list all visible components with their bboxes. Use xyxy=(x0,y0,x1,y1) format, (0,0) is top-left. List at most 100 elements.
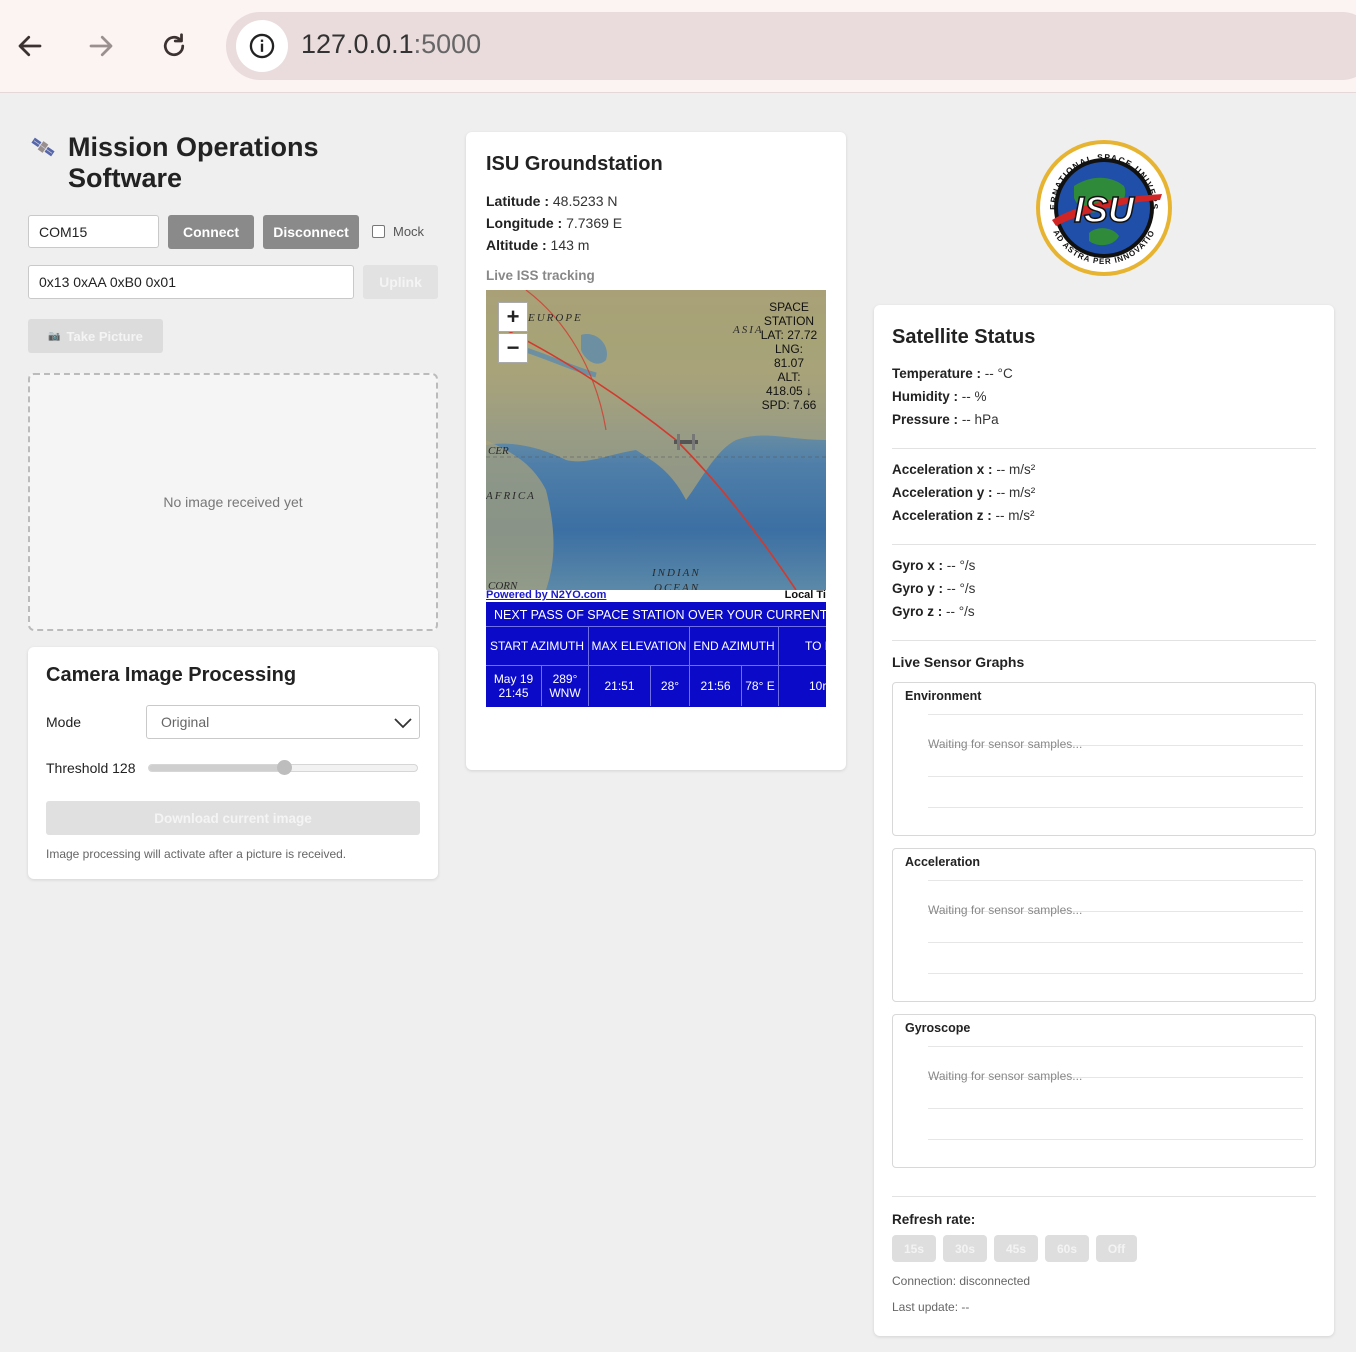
mock-label: Mock xyxy=(393,224,425,239)
stat-label: Acceleration z : xyxy=(892,508,992,523)
mode-label: Mode xyxy=(46,714,82,730)
iss-map[interactable]: EUROPE ASIA CER AFRICA INDIAN OCEAN CORN… xyxy=(486,290,826,590)
iss-info-line: SPACE xyxy=(769,300,809,314)
pass-header-start-azimuth: START AZIMUTH xyxy=(489,639,584,653)
browser-toolbar: 127.0.0.1:5000 xyxy=(0,0,1356,93)
iss-info-line: SPD: 7.66 xyxy=(761,398,817,412)
pressure-row: Pressure : -- hPa xyxy=(892,412,999,427)
stat-label: Gyro z : xyxy=(892,604,943,619)
last-update: Last update: -- xyxy=(892,1300,970,1314)
temperature-row: Temperature : -- °C xyxy=(892,366,1013,381)
uplink-button[interactable]: Uplink xyxy=(363,265,438,299)
stat-value: -- °/s xyxy=(946,581,976,596)
port-input[interactable]: COM15 xyxy=(28,215,159,248)
stat-value: -- °/s xyxy=(946,558,976,573)
stat-label: Humidity : xyxy=(892,389,958,404)
threshold-slider[interactable] xyxy=(148,760,418,775)
zoom-out-button[interactable]: − xyxy=(498,333,528,363)
pass-end-time: 21:56 xyxy=(689,666,741,706)
graph-title: Environment xyxy=(905,689,982,703)
connect-button[interactable]: Connect xyxy=(168,215,254,249)
iss-info-line: ALT: xyxy=(777,370,801,384)
refresh-60s-button[interactable]: 60s xyxy=(1045,1235,1089,1262)
chevron-down-icon xyxy=(394,718,412,729)
environment-graph: Environment Waiting for sensor samples..… xyxy=(892,682,1316,836)
altitude-label: Altitude : xyxy=(486,237,547,253)
pass-max-elevation: 28° xyxy=(650,666,689,706)
refresh-off-button[interactable]: Off xyxy=(1096,1235,1137,1262)
stat-value: -- m/s² xyxy=(996,462,1036,477)
groundstation-title: ISU Groundstation xyxy=(486,153,663,175)
processing-note: Image processing will activate after a p… xyxy=(46,847,347,861)
map-label-indian: INDIAN xyxy=(652,567,701,579)
camera-icon: 📷 xyxy=(48,330,61,342)
acceleration-graph: Acceleration Waiting for sensor samples.… xyxy=(892,848,1316,1002)
forward-button[interactable] xyxy=(81,26,121,66)
graph-waiting-text: Waiting for sensor samples... xyxy=(928,1069,1083,1083)
take-picture-button[interactable]: 📷 Take Picture xyxy=(28,319,163,353)
back-button[interactable] xyxy=(10,26,50,66)
mode-select[interactable]: Original xyxy=(146,705,420,739)
pass-end-azimuth: 78° E xyxy=(741,666,778,706)
next-pass-table: NEXT PASS OF SPACE STATION OVER YOUR CUR… xyxy=(486,602,826,707)
pass-header-end-azimuth: END AZIMUTH xyxy=(689,627,778,665)
graph-waiting-text: Waiting for sensor samples... xyxy=(928,737,1083,751)
image-placeholder-text: No image received yet xyxy=(163,494,303,510)
map-label-africa: AFRICA xyxy=(486,490,536,502)
satellite-status-title: Satellite Status xyxy=(892,326,1036,348)
pass-header-max-elevation: MAX ELEVATION xyxy=(588,627,689,665)
refresh-30s-button[interactable]: 30s xyxy=(943,1235,987,1262)
iss-info-line: LAT: 27.72 xyxy=(760,328,818,342)
map-label-europe: EUROPE xyxy=(528,312,583,324)
stat-value: -- m/s² xyxy=(995,508,1035,523)
stat-label: Gyro y : xyxy=(892,581,944,596)
page-title: Mission Operations Software xyxy=(68,132,319,193)
graphs-title: Live Sensor Graphs xyxy=(892,654,1025,670)
logo-text: ISU xyxy=(1074,189,1135,230)
stat-value: -- hPa xyxy=(961,412,999,427)
map-footer: Powered by N2YO.com Local Ti xyxy=(486,589,826,602)
gyro-x-row: Gyro x : -- °/s xyxy=(892,558,975,573)
longitude-label: Longitude : xyxy=(486,215,563,231)
next-pass-title: NEXT PASS OF SPACE STATION OVER YOUR CUR… xyxy=(494,608,826,622)
graph-waiting-text: Waiting for sensor samples... xyxy=(928,903,1083,917)
url-text[interactable]: 127.0.0.1:5000 xyxy=(301,29,481,60)
divider xyxy=(892,1196,1316,1197)
stat-value: -- °C xyxy=(984,366,1013,381)
longitude-value: 7.7369 E xyxy=(566,215,623,231)
refresh-15s-button[interactable]: 15s xyxy=(892,1235,936,1262)
slider-thumb[interactable] xyxy=(276,760,292,775)
accel-x-row: Acceleration x : -- m/s² xyxy=(892,462,1035,477)
latitude-label: Latitude : xyxy=(486,193,549,209)
stat-value: -- % xyxy=(961,389,987,404)
address-bar[interactable]: 127.0.0.1:5000 xyxy=(226,12,1356,80)
stat-value: -- m/s² xyxy=(996,485,1036,500)
stat-label: Acceleration x : xyxy=(892,462,993,477)
n2yo-link[interactable]: Powered by N2YO.com xyxy=(486,589,606,601)
mock-checkbox[interactable] xyxy=(372,225,385,238)
reload-button[interactable] xyxy=(154,26,194,66)
reload-icon xyxy=(163,33,185,57)
accel-z-row: Acceleration z : -- m/s² xyxy=(892,508,1035,523)
site-info-icon[interactable] xyxy=(236,20,288,72)
stat-label: Acceleration y : xyxy=(892,485,993,500)
arrow-right-icon xyxy=(89,35,113,57)
download-image-button[interactable]: Download current image xyxy=(46,801,420,835)
map-label-cer: CER xyxy=(488,445,509,457)
disconnect-button[interactable]: Disconnect xyxy=(263,215,359,249)
graph-title: Gyroscope xyxy=(905,1021,971,1035)
divider xyxy=(892,448,1316,449)
refresh-45s-button[interactable]: 45s xyxy=(994,1235,1038,1262)
pass-start-time: May 19 21:45 xyxy=(493,672,534,700)
mock-toggle[interactable]: Mock xyxy=(372,224,424,239)
humidity-row: Humidity : -- % xyxy=(892,389,987,404)
gyro-z-row: Gyro z : -- °/s xyxy=(892,604,975,619)
connection-status: Connection: disconnected xyxy=(892,1274,1031,1288)
accel-y-row: Acceleration y : -- m/s² xyxy=(892,485,1035,500)
command-input[interactable]: 0x13 0xAA 0xB0 0x01 xyxy=(28,265,354,299)
stat-value: -- °/s xyxy=(946,604,975,619)
pass-header-duration: TO DUR xyxy=(778,627,826,665)
zoom-in-button[interactable]: + xyxy=(498,302,528,332)
divider xyxy=(892,640,1316,641)
tracking-label: Live ISS tracking xyxy=(486,268,595,283)
